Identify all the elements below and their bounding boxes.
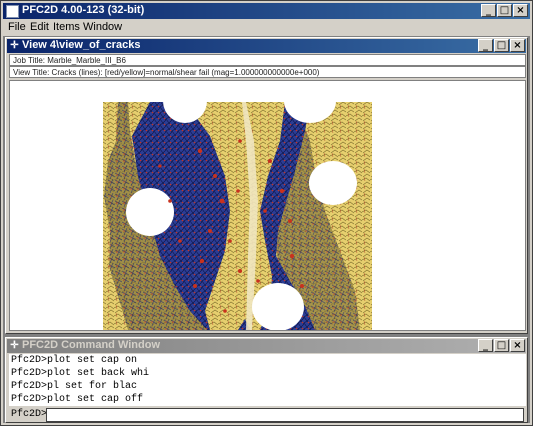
history-line: Pfc2D>pl set for blac [11, 381, 138, 392]
view-window-icon: ✛ [10, 40, 19, 51]
job-title-bar: Job Title: Marble_Marble_III_B6 [9, 54, 526, 66]
app-maximize-button[interactable]: □ [497, 4, 512, 17]
view-maximize-button[interactable]: □ [494, 39, 509, 52]
pfc2d-app-window: PFC2D 4.00-123 (32-bit) _ □ × File Edit … [0, 0, 533, 426]
menubar: File Edit Items Window [3, 20, 530, 36]
view-minimize-button[interactable]: _ [478, 39, 493, 52]
view-title-bar: View Title: Cracks (lines): [red/yellow]… [9, 66, 526, 78]
cmd-close-button[interactable]: × [510, 339, 525, 352]
view-window-titlebar[interactable]: ✛ View 4\view_of_cracks _ □ × [7, 39, 526, 53]
command-window-controls: _ □ × [478, 339, 525, 353]
app-icon [6, 5, 19, 18]
command-window-title: PFC2D Command Window [22, 339, 161, 351]
history-line: Pfc2D>plot set back whi [11, 368, 150, 379]
specimen [103, 81, 372, 330]
command-history[interactable]: Pfc2D>plot set cap on Pfc2D>plot set bac… [9, 354, 526, 406]
view-window-title: View 4\view_of_cracks [22, 39, 141, 51]
command-prompt-label: Pfc2D> [11, 409, 48, 420]
plot-canvas[interactable] [9, 80, 526, 331]
command-window: ✛ PFC2D Command Window _ □ × Pfc2D>plot … [5, 337, 528, 423]
menu-edit[interactable]: Edit [30, 21, 49, 33]
crack-plot-image [103, 81, 372, 330]
menu-file[interactable]: File [8, 21, 26, 33]
command-window-titlebar[interactable]: ✛ PFC2D Command Window _ □ × [7, 339, 526, 353]
history-line: Pfc2D>plot set cap on [11, 355, 138, 366]
app-close-button[interactable]: × [513, 4, 528, 17]
menu-items[interactable]: Items [53, 21, 80, 33]
view-close-button[interactable]: × [510, 39, 525, 52]
app-title: PFC2D 4.00-123 (32-bit) [22, 4, 145, 16]
command-window-icon: ✛ [10, 340, 19, 351]
command-prompt-row: Pfc2D> [9, 408, 526, 422]
app-titlebar[interactable]: PFC2D 4.00-123 (32-bit) _ □ × [3, 3, 530, 19]
app-minimize-button[interactable]: _ [481, 4, 496, 17]
command-input[interactable] [46, 408, 524, 422]
mdi-client-area: ✛ View 4\view_of_cracks _ □ × Job Title:… [3, 36, 530, 423]
menu-window[interactable]: Window [83, 21, 122, 33]
cmd-maximize-button[interactable]: □ [494, 339, 509, 352]
view-window-controls: _ □ × [478, 39, 525, 53]
view-window: ✛ View 4\view_of_cracks _ □ × Job Title:… [5, 37, 528, 334]
app-window-controls: _ □ × [481, 4, 528, 18]
cmd-minimize-button[interactable]: _ [478, 339, 493, 352]
history-line: Pfc2D>plot set cap off [11, 394, 144, 405]
